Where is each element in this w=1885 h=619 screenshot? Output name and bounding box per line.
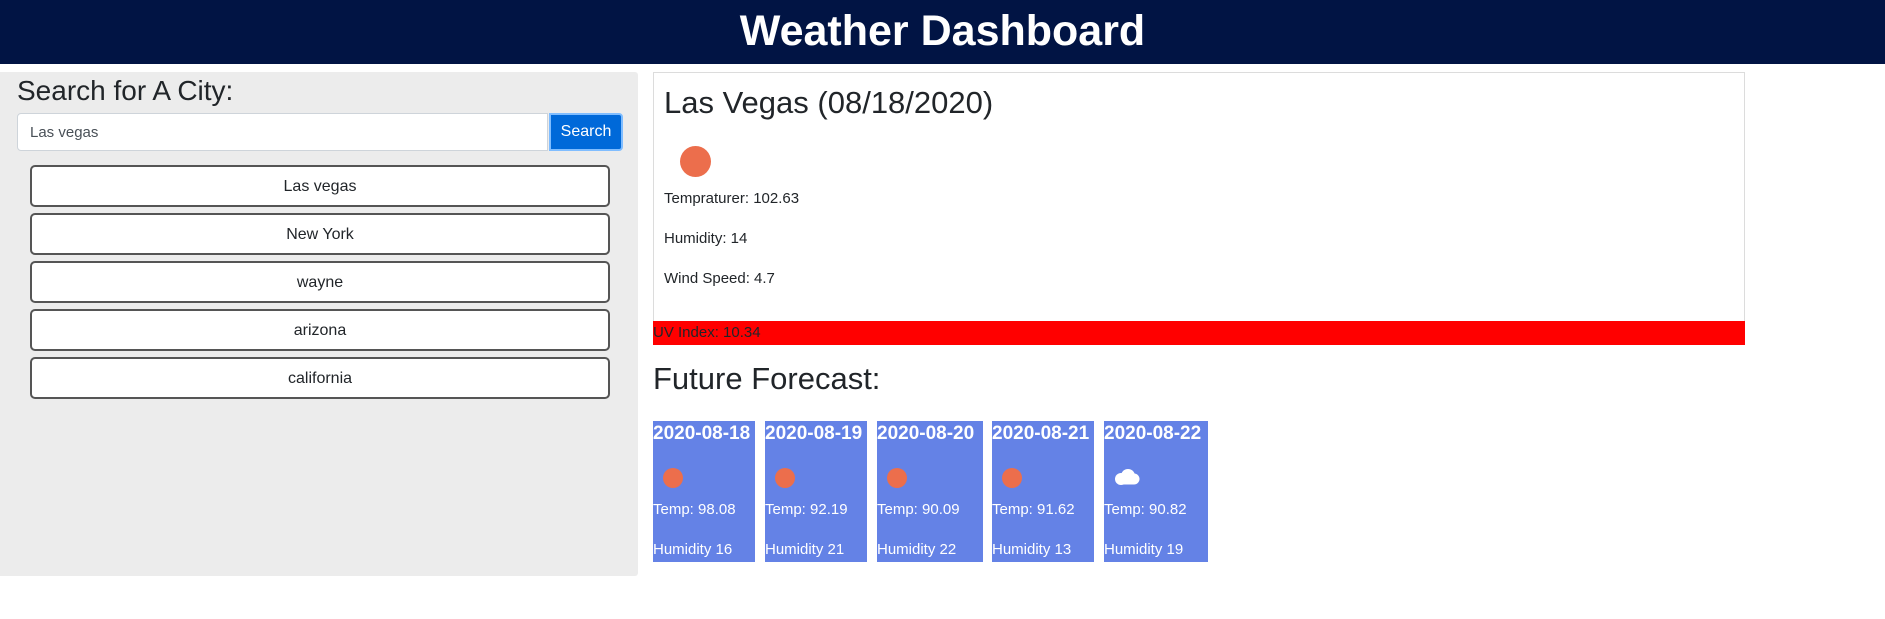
- search-history-list: Las vegas New York wayne arizona califor…: [30, 165, 610, 405]
- forecast-card: 2020-08-18 Temp: 98.08 Humidity 16: [653, 421, 755, 562]
- city-search-input[interactable]: [17, 113, 548, 151]
- sun-icon: [1002, 468, 1022, 488]
- page-title: Weather Dashboard: [739, 7, 1146, 55]
- forecast-temp: Temp: 91.62: [992, 501, 1075, 518]
- forecast-date: 2020-08-20: [877, 423, 975, 444]
- forecast-temp: Temp: 90.82: [1104, 501, 1187, 518]
- forecast-date: 2020-08-22: [1104, 423, 1202, 444]
- search-button[interactable]: Search: [549, 113, 623, 151]
- forecast-humidity: Humidity 22: [877, 541, 957, 558]
- sun-icon: [680, 146, 711, 177]
- history-city-button[interactable]: california: [30, 357, 610, 399]
- uv-index-bar: UV Index: 10.34: [653, 321, 1745, 345]
- sun-icon: [775, 468, 795, 488]
- forecast-humidity: Humidity 13: [992, 541, 1072, 558]
- forecast-card: 2020-08-22 Temp: 90.82 Humidity 19: [1104, 421, 1208, 562]
- current-weather-card: Las Vegas (08/18/2020) Tempraturer: 102.…: [653, 72, 1745, 345]
- page-header: Weather Dashboard: [0, 0, 1885, 64]
- history-city-button[interactable]: wayne: [30, 261, 610, 303]
- forecast-temp: Temp: 98.08: [653, 501, 736, 518]
- sun-icon: [663, 468, 683, 488]
- search-sidebar: Search for A City: Search Las vegas New …: [0, 72, 638, 576]
- forecast-date: 2020-08-18: [653, 423, 751, 444]
- forecast-temp: Temp: 90.09: [877, 501, 960, 518]
- forecast-temp: Temp: 92.19: [765, 501, 848, 518]
- forecast-date: 2020-08-19: [765, 423, 863, 444]
- current-temperature: Tempraturer: 102.63: [664, 190, 800, 207]
- forecast-heading: Future Forecast:: [653, 361, 881, 396]
- forecast-card: 2020-08-20 Temp: 90.09 Humidity 22: [877, 421, 983, 562]
- history-city-button[interactable]: Las vegas: [30, 165, 610, 207]
- forecast-humidity: Humidity 21: [765, 541, 845, 558]
- forecast-humidity: Humidity 19: [1104, 541, 1184, 558]
- current-humidity: Humidity: 14: [664, 230, 748, 247]
- forecast-card: 2020-08-21 Temp: 91.62 Humidity 13: [992, 421, 1094, 562]
- forecast-date: 2020-08-21: [992, 423, 1090, 444]
- forecast-humidity: Humidity 16: [653, 541, 733, 558]
- cloud-icon: [1115, 469, 1140, 485]
- forecast-card: 2020-08-19 Temp: 92.19 Humidity 21: [765, 421, 867, 562]
- current-wind-speed: Wind Speed: 4.7: [664, 270, 775, 287]
- history-city-button[interactable]: arizona: [30, 309, 610, 351]
- current-city-title: Las Vegas (08/18/2020): [664, 85, 994, 120]
- history-city-button[interactable]: New York: [30, 213, 610, 255]
- search-heading: Search for A City:: [17, 75, 234, 106]
- sun-icon: [887, 468, 907, 488]
